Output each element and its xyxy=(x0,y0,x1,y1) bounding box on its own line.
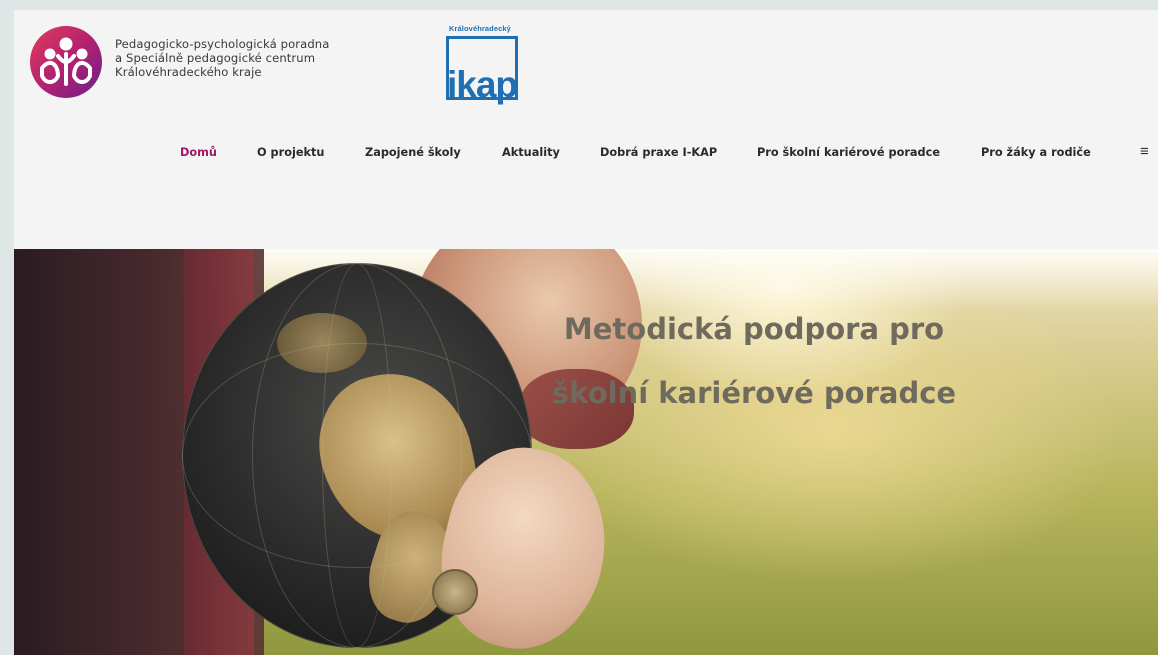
hero-title: Metodická podpora pro školní kariérové p… xyxy=(544,297,964,425)
ikap-wordmark: ikap xyxy=(447,64,518,105)
hero-banner: Metodická podpora pro školní kariérové p… xyxy=(14,249,1158,655)
ppp-people-logo-icon[interactable] xyxy=(28,24,104,100)
ikap-frame: ikap xyxy=(446,36,518,105)
nav-item-aktuality[interactable]: Aktuality xyxy=(502,146,560,159)
compass-icon xyxy=(432,569,478,615)
ppp-line-1: Pedagogicko-psychologická poradna xyxy=(115,37,330,51)
ppp-line-2: a Speciálně pedagogické centrum xyxy=(115,51,316,65)
hero-title-line-1: Metodická podpora pro xyxy=(563,312,945,346)
page: Pedagogicko-psychologická poradna a Spec… xyxy=(14,10,1158,655)
ppp-line-3: Královéhradeckého kraje xyxy=(115,65,262,79)
nav-item-domu[interactable]: Domů xyxy=(180,146,217,159)
nav-item-pro-zaky-a-rodice[interactable]: Pro žáky a rodiče xyxy=(981,146,1091,159)
nav-item-dobra-praxe[interactable]: Dobrá praxe I-KAP xyxy=(600,146,717,159)
nav-item-pro-skolni-kariérove-poradce[interactable]: Pro školní kariérové poradce xyxy=(757,146,940,159)
ikap-logo[interactable]: ikap Královéhradecký xyxy=(446,24,526,104)
ppp-organization-name[interactable]: Pedagogicko-psychologická poradna a Spec… xyxy=(115,37,329,79)
nav-item-o-projektu[interactable]: O projektu xyxy=(257,146,324,159)
hero-title-line-2: školní kariérové poradce xyxy=(551,376,957,410)
hamburger-menu-icon[interactable]: ≡ xyxy=(1140,143,1149,160)
nav-item-zapojene-skoly[interactable]: Zapojené školy xyxy=(365,146,461,159)
main-navigation: Domů O projektu Zapojené školy Aktuality… xyxy=(14,143,1158,160)
ikap-region-label: Královéhradecký xyxy=(449,24,511,33)
